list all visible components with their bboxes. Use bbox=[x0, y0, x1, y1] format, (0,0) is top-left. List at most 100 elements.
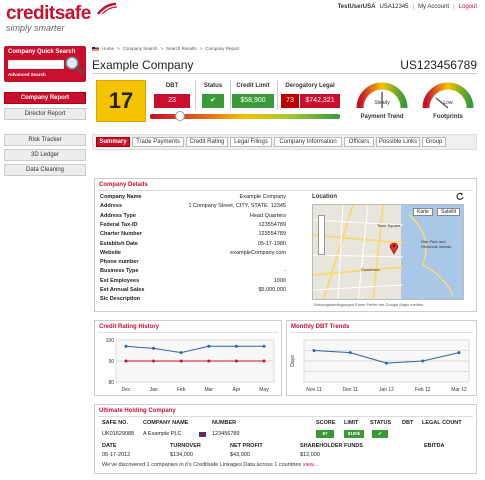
linkages-view-link[interactable]: view... bbox=[303, 462, 318, 468]
detail-label: Address bbox=[100, 203, 123, 210]
tab-company-information[interactable]: Company Information bbox=[274, 137, 342, 147]
y-axis-label: Days bbox=[290, 355, 296, 367]
detail-label: Address Type bbox=[100, 212, 136, 219]
breadcrumb: Home > Company Search > Search Results >… bbox=[92, 46, 239, 51]
location-map[interactable]: Karte Satellit Town Square Downtown Star… bbox=[312, 204, 464, 300]
title-divider bbox=[92, 73, 477, 74]
holding-safe-no[interactable]: UK01629088 bbox=[102, 431, 134, 437]
data-point bbox=[124, 344, 128, 348]
data-point bbox=[262, 359, 266, 363]
x-tick-label: Dec bbox=[122, 387, 131, 393]
detail-value[interactable]: exampleCompany.com bbox=[160, 250, 286, 256]
logo-tagline: simply smarter bbox=[6, 23, 65, 33]
company-details-title: Company Details bbox=[99, 182, 148, 188]
credit-rating-history-chart: 100 90 80 Dec Jan Feb Mar Apr May bbox=[106, 338, 275, 393]
kpi-divider bbox=[195, 80, 196, 110]
sidebar-item-company-report[interactable]: Company Report bbox=[4, 92, 86, 104]
uk-flag-icon bbox=[199, 432, 206, 437]
tab-summary[interactable]: Summary bbox=[96, 137, 130, 147]
fin-net-profit: $43,000 bbox=[230, 452, 250, 458]
y-tick-label: 100 bbox=[106, 338, 115, 344]
location-title: Location bbox=[312, 194, 337, 200]
tab-possible-links[interactable]: Possible Links bbox=[376, 137, 420, 147]
dbt-value: 23 bbox=[154, 94, 190, 108]
advanced-search-link[interactable]: Advanced Search bbox=[8, 72, 46, 77]
search-magnifier-icon[interactable] bbox=[64, 55, 84, 75]
fin-shareholder-funds: $12,000 bbox=[300, 452, 320, 458]
detail-label: Company Name bbox=[100, 194, 142, 200]
panel-divider bbox=[98, 190, 473, 191]
sidebar-item-director-report[interactable]: Director Report bbox=[4, 108, 86, 120]
data-point bbox=[234, 344, 238, 348]
refresh-icon[interactable] bbox=[456, 192, 464, 200]
map-view-button[interactable]: Karte bbox=[413, 208, 433, 216]
nav-separator: | bbox=[453, 4, 455, 10]
y-tick-label: 90 bbox=[108, 359, 114, 365]
tab-credit-rating[interactable]: Credit Rating bbox=[186, 137, 228, 147]
data-point bbox=[421, 359, 425, 363]
col-shareholder-funds: SHAREHOLDER FUNDS bbox=[300, 443, 363, 449]
us-flag-icon bbox=[92, 46, 99, 51]
data-point bbox=[348, 351, 352, 355]
detail-label: Establish Date bbox=[100, 240, 138, 247]
my-account-link[interactable]: My Account bbox=[418, 4, 449, 10]
breadcrumb-company-search[interactable]: Company Search bbox=[123, 46, 158, 51]
map-label-star-park: Star Park and Historical Islands bbox=[421, 239, 452, 249]
breadcrumb-search-results[interactable]: Search Results bbox=[166, 46, 197, 51]
data-point bbox=[207, 344, 211, 348]
data-point bbox=[179, 359, 183, 363]
fin-turnover: $134,000 bbox=[170, 452, 193, 458]
satellite-view-button[interactable]: Satellit bbox=[437, 208, 461, 216]
detail-value: 05-17-1980 bbox=[257, 240, 286, 247]
detail-value: 123554789 bbox=[258, 231, 286, 238]
col-dbt: DBT bbox=[402, 420, 414, 426]
data-point bbox=[124, 359, 128, 363]
x-tick-label: Nov 11 bbox=[306, 387, 322, 393]
x-tick-label: Feb 12 bbox=[415, 387, 431, 393]
x-tick-label: Jan 12 bbox=[379, 387, 394, 393]
tab-officers[interactable]: Officers bbox=[344, 137, 374, 147]
holding-number: 123456789 bbox=[212, 431, 240, 437]
tab-legal-filings[interactable]: Legal Filings bbox=[230, 137, 272, 147]
col-limit: LIMIT bbox=[344, 420, 359, 426]
col-number: NUMBER bbox=[212, 420, 237, 426]
sidebar-item-3d-ledger[interactable]: 3D Ledger bbox=[4, 149, 86, 161]
detail-label: Phone number bbox=[100, 259, 139, 266]
username: TestUserUSA bbox=[337, 4, 376, 10]
account-id: USA12345 bbox=[379, 4, 409, 10]
footprints-gauge bbox=[422, 82, 474, 109]
credit-score-box: 17 bbox=[96, 80, 146, 122]
col-net-profit: NET PROFIT bbox=[230, 443, 263, 449]
breadcrumb-home[interactable]: Home bbox=[102, 46, 114, 51]
map-label-downtown: Downtown bbox=[361, 267, 380, 272]
x-tick-label: Dec 11 bbox=[343, 387, 359, 393]
linkages-note: We've discovered 1 companies in it's Cre… bbox=[102, 462, 318, 468]
credit-limit-value: $58,900 bbox=[232, 94, 274, 108]
logout-link[interactable]: Logout bbox=[459, 4, 477, 10]
sidebar-item-risk-tracker[interactable]: Risk Tracker bbox=[4, 134, 86, 146]
map-zoom-control[interactable] bbox=[318, 215, 325, 255]
tab-group[interactable]: Group bbox=[422, 137, 446, 147]
detail-label: Website bbox=[100, 249, 121, 256]
breadcrumb-separator: > bbox=[117, 46, 120, 51]
quick-search-panel: Company Quick Search Advanced Search bbox=[4, 46, 86, 82]
y-tick-label: 80 bbox=[108, 380, 114, 386]
quick-search-input[interactable] bbox=[8, 60, 64, 69]
risk-scale-marker bbox=[175, 111, 186, 121]
map-pin-icon[interactable] bbox=[389, 241, 399, 255]
holding-company-name[interactable]: A Example PLC bbox=[143, 431, 182, 437]
page-title: Example Company bbox=[92, 58, 194, 72]
detail-label: Federal Tax-ID bbox=[100, 221, 138, 228]
map-footer: Nutzungsbedingungen Einen Fehler bei Goo… bbox=[314, 302, 424, 307]
map-label-town-square: Town Square bbox=[377, 223, 401, 228]
top-nav: TestUserUSA USA12345 | My Account | Logo… bbox=[338, 4, 477, 10]
logo-swoosh-icon bbox=[97, 2, 118, 15]
x-tick-label: Jan bbox=[150, 387, 158, 393]
data-point bbox=[152, 359, 156, 363]
tab-trade-payments[interactable]: Trade Payments bbox=[132, 137, 184, 147]
sidebar-item-data-cleaning[interactable]: Data Cleaning bbox=[4, 164, 86, 176]
detail-value: 1 Company Street, CITY, STATE. 12345 bbox=[188, 203, 286, 210]
detail-label: Business Type bbox=[100, 268, 139, 275]
holding-status-check-icon: ✔ bbox=[372, 430, 388, 438]
dbt-label: DBT bbox=[165, 83, 179, 89]
